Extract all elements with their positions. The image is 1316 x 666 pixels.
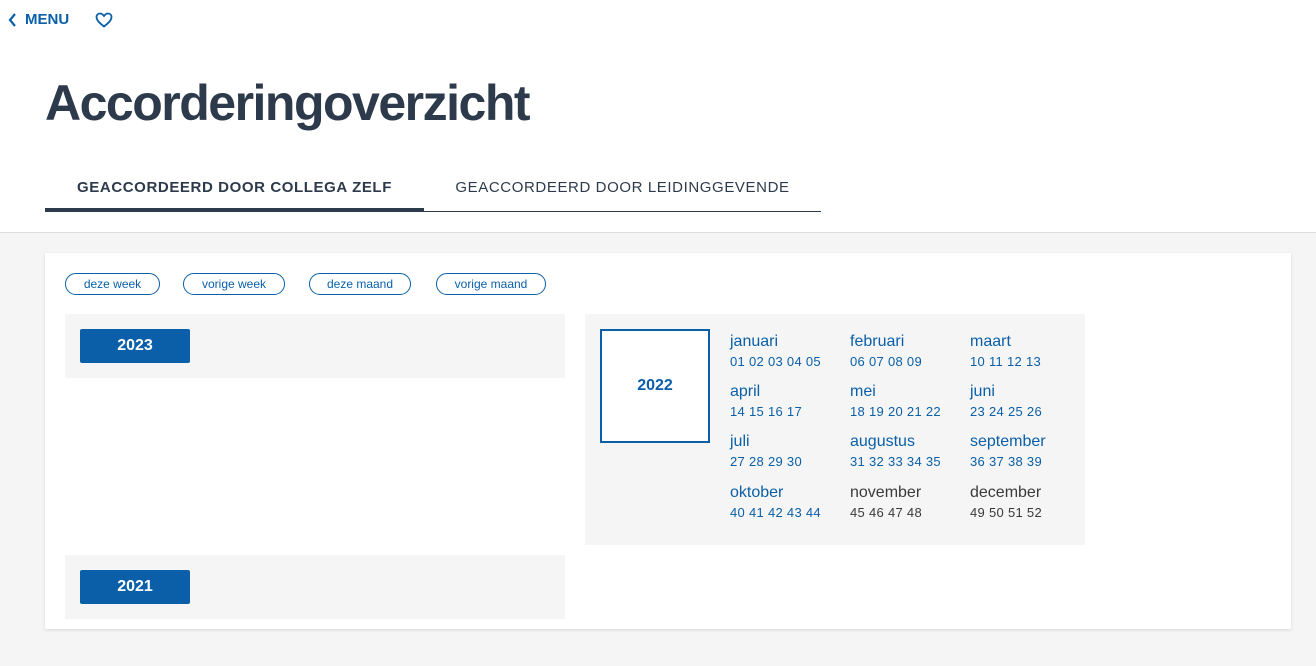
month-name[interactable]: augustus (850, 433, 970, 451)
month-name[interactable]: oktober (730, 484, 850, 502)
tab-geaccordeerd-leidinggevende[interactable]: GEACCORDEERD DOOR LEIDINGGEVENDE (424, 170, 821, 212)
month-name[interactable]: maart (970, 333, 1090, 351)
month-november: november 45 46 47 48 (850, 484, 970, 520)
heart-icon[interactable] (95, 12, 113, 33)
year-panel-2023: 2023 (65, 314, 565, 378)
month-name[interactable]: juli (730, 433, 850, 451)
month-juni[interactable]: juni 23 24 25 26 (970, 383, 1090, 419)
year-panel-2021: 2021 (65, 555, 565, 619)
month-name[interactable]: mei (850, 383, 970, 401)
month-mei[interactable]: mei 18 19 20 21 22 (850, 383, 970, 419)
month-name: december (970, 484, 1042, 501)
month-weeks: 49 50 51 52 (970, 505, 1042, 520)
month-name[interactable]: februari (850, 333, 970, 351)
filter-vorige-maand[interactable]: vorige maand (436, 273, 546, 295)
month-december: december 49 50 51 52 (970, 484, 1090, 520)
month-maart[interactable]: maart 10 11 12 13 (970, 333, 1090, 369)
month-name[interactable]: september (970, 433, 1090, 451)
chevron-left-icon (8, 12, 16, 27)
year-button-2022[interactable]: 2022 (600, 329, 710, 443)
month-september[interactable]: september 36 37 38 39 (970, 433, 1090, 469)
month-weeks[interactable]: 10 11 12 13 (970, 354, 1090, 369)
year-button-2021[interactable]: 2021 (80, 570, 190, 604)
month-weeks: 45 46 47 48 (850, 505, 922, 520)
month-weeks[interactable]: 31 32 33 34 35 (850, 454, 970, 469)
month-weeks[interactable]: 14 15 16 17 (730, 404, 850, 419)
tab-geaccordeerd-collega[interactable]: GEACCORDEERD DOOR COLLEGA ZELF (45, 170, 424, 212)
month-januari[interactable]: januari 01 02 03 04 05 (730, 333, 850, 369)
month-weeks[interactable]: 06 07 08 09 (850, 354, 970, 369)
month-februari[interactable]: februari 06 07 08 09 (850, 333, 970, 369)
month-weeks[interactable]: 01 02 03 04 05 (730, 354, 850, 369)
filter-deze-week[interactable]: deze week (65, 273, 160, 295)
month-weeks[interactable]: 40 41 42 43 44 (730, 505, 850, 520)
month-name[interactable]: januari (730, 333, 850, 351)
page-title: Accorderingoverzicht (45, 75, 531, 131)
month-oktober[interactable]: oktober 40 41 42 43 44 (730, 484, 850, 520)
month-april[interactable]: april 14 15 16 17 (730, 383, 850, 419)
month-weeks[interactable]: 27 28 29 30 (730, 454, 850, 469)
month-weeks[interactable]: 18 19 20 21 22 (850, 404, 970, 419)
menu-label: MENU (25, 11, 70, 28)
filter-vorige-week[interactable]: vorige week (183, 273, 285, 295)
month-name: november (850, 484, 922, 501)
month-weeks[interactable]: 36 37 38 39 (970, 454, 1090, 469)
month-juli[interactable]: juli 27 28 29 30 (730, 433, 850, 469)
filter-deze-maand[interactable]: deze maand (309, 273, 411, 295)
month-name[interactable]: april (730, 383, 850, 401)
menu-button[interactable]: MENU (8, 11, 69, 28)
month-weeks[interactable]: 23 24 25 26 (970, 404, 1090, 419)
overview-card: deze week vorige week deze maand vorige … (45, 253, 1291, 629)
month-augustus[interactable]: augustus 31 32 33 34 35 (850, 433, 970, 469)
year-button-2023[interactable]: 2023 (80, 329, 190, 363)
month-name[interactable]: juni (970, 383, 1090, 401)
year-panel-2022: 2022 januari 01 02 03 04 05 februari 06 … (585, 314, 1085, 545)
tab-bar: GEACCORDEERD DOOR COLLEGA ZELF GEACCORDE… (45, 170, 821, 212)
